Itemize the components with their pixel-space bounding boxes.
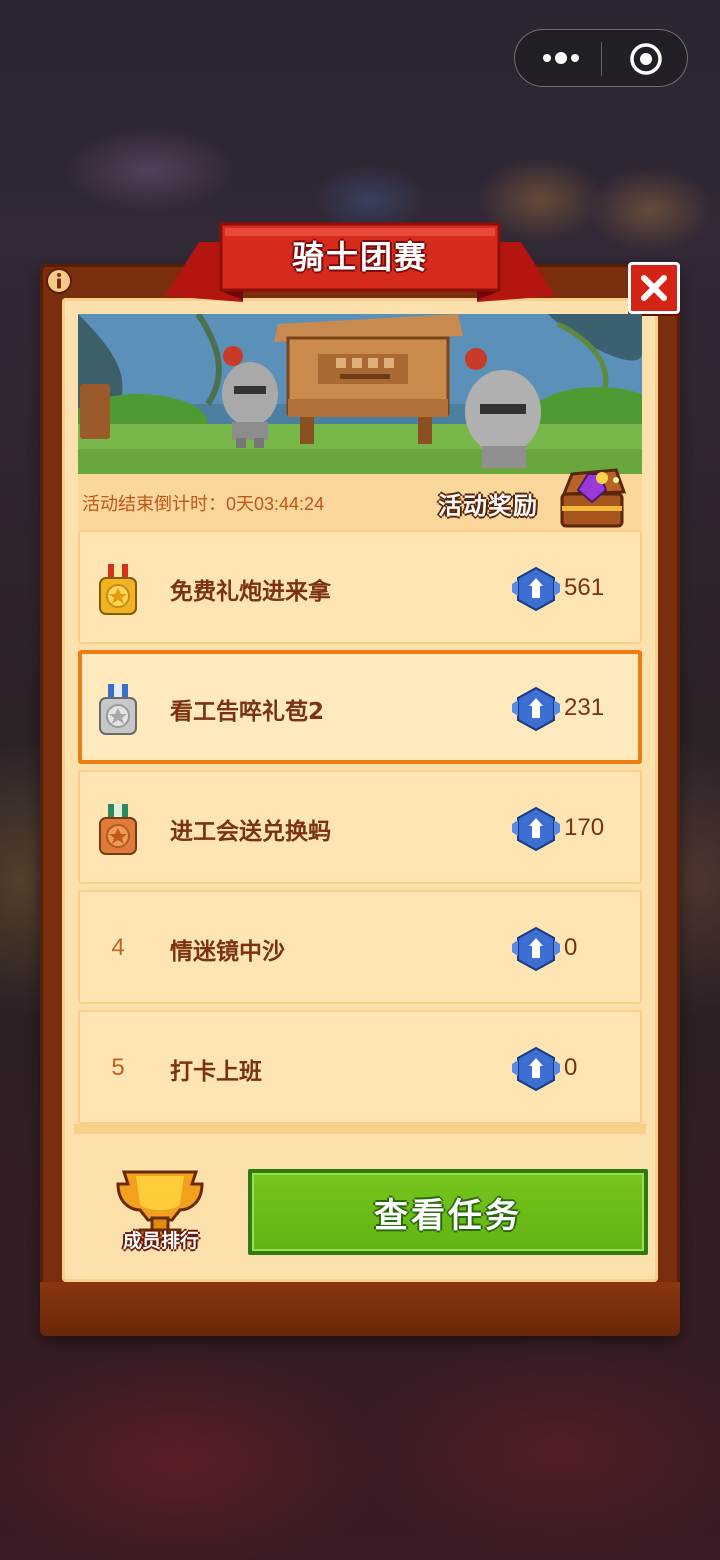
list-item[interactable]: 4 情迷镜中沙 0 [78,890,642,1004]
list-item[interactable]: 免费礼炮进来拿 561 [78,530,642,644]
member-name: 免费礼炮进来拿 [170,579,331,605]
list-item[interactable]: 看工告啐礼苞2 231 [78,650,642,764]
view-tasks-label: 查看任务 [252,1173,644,1251]
rank-number: 4 [111,934,125,961]
view-tasks-button[interactable]: 查看任务 [248,1169,648,1255]
rank-number: 5 [111,1054,125,1081]
member-name: 情迷镜中沙 [170,939,285,965]
bronze-medal-icon [99,804,137,855]
list-bottom-edge [74,1124,646,1134]
capsule-divider [601,42,602,76]
silver-medal-icon [99,684,137,735]
panel-frame-bottom [40,1282,680,1336]
countdown-text: 活动结束倒计时：0天03:44:24 [82,494,325,514]
miniprogram-capsule [514,29,688,87]
event-banner-image [78,314,642,474]
gold-medal-icon [99,564,137,615]
list-item[interactable]: 进工会送兑换蚂 170 [78,770,642,884]
panel-title: 骑士团赛 [291,238,428,276]
close-icon [641,275,667,301]
knight-badge-icon [512,686,560,732]
close-button[interactable] [628,262,680,314]
exit-miniprogram-icon[interactable] [629,42,663,76]
member-score: 170 [564,814,605,841]
member-name: 看工告啐礼苞2 [170,699,325,725]
knight-badge-icon [512,926,560,972]
knight-badge-icon [512,566,560,612]
list-item[interactable]: 5 打卡上班 0 [78,1010,642,1124]
member-score: 231 [564,694,605,721]
member-score: 0 [564,934,578,961]
event-reward-label[interactable]: 活动奖励 [438,486,538,521]
knight-badge-icon [512,806,560,852]
more-options-icon[interactable] [541,46,581,70]
member-name: 打卡上班 [170,1059,262,1085]
member-score: 0 [564,1054,578,1081]
knight-badge-icon [512,1046,560,1092]
member-score: 561 [564,574,605,601]
member-name: 进工会送兑换蚂 [170,819,331,845]
info-icon[interactable] [44,266,74,296]
treasure-chest-icon[interactable] [556,466,632,530]
member-ranking-label[interactable]: 成员排行 [112,1226,210,1253]
